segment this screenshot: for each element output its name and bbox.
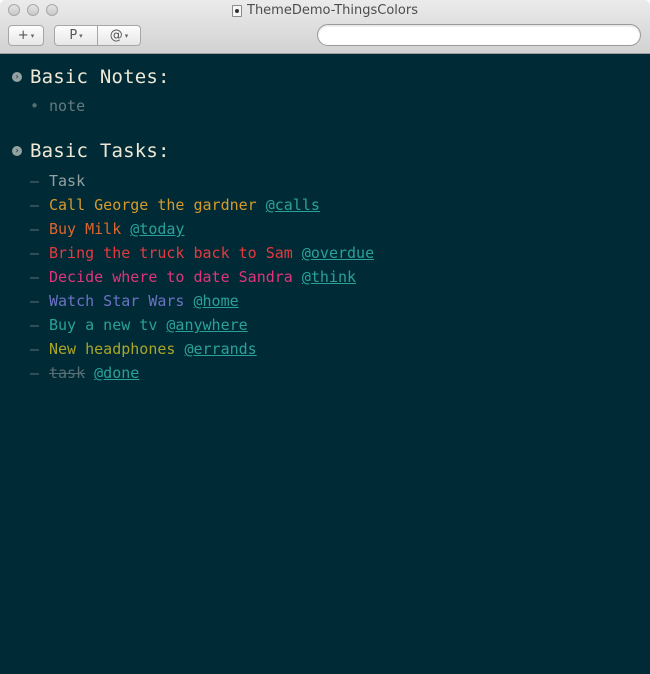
project-arrow-icon[interactable]: › [12, 72, 22, 82]
search-field[interactable] [317, 24, 641, 46]
tag-link[interactable]: @done [94, 364, 139, 382]
item-text: Buy a new tv [49, 316, 158, 334]
task-dash-icon: – [30, 244, 40, 262]
tag-link[interactable]: @errands [184, 340, 256, 358]
task-dash-icon: – [30, 364, 40, 382]
task-item[interactable]: – Buy Milk @today [30, 217, 184, 241]
task-dash-icon: – [30, 292, 40, 310]
item-text: Call George the gardner [49, 196, 257, 214]
window-title: ThemeDemo-ThingsColors [0, 3, 650, 18]
task-item[interactable]: – Task [30, 169, 85, 193]
project-filter-button[interactable]: P ▾ [54, 25, 98, 46]
tag-link[interactable]: @calls [266, 196, 320, 214]
tag-link[interactable]: @today [130, 220, 184, 238]
note-bullet-icon: • [30, 97, 40, 115]
task-item[interactable]: – Decide where to date Sandra @think [30, 265, 356, 289]
chevron-down-icon: ▾ [124, 31, 129, 40]
item-text: Bring the truck back to Sam [49, 244, 293, 262]
task-dash-icon: – [30, 340, 40, 358]
project-filter-label: P [69, 28, 78, 43]
tag-link[interactable]: @anywhere [166, 316, 247, 334]
chevron-down-icon: ▾ [79, 31, 83, 40]
tag-filter-button[interactable]: @ ▾ [98, 25, 141, 46]
task-item[interactable]: – task @done [30, 361, 139, 385]
task-dash-icon: – [30, 172, 40, 190]
task-item[interactable]: – Bring the truck back to Sam @overdue [30, 241, 374, 265]
task-dash-icon: – [30, 196, 40, 214]
project-title: Basic Tasks: [30, 140, 170, 162]
task-item[interactable]: – Buy a new tv @anywhere [30, 313, 248, 337]
item-text: task [49, 364, 86, 382]
item-text: Buy Milk [49, 220, 122, 238]
tag-filter-label: @ [109, 28, 123, 43]
tag-link[interactable]: @overdue [302, 244, 374, 262]
task-item[interactable]: – Watch Star Wars @home [30, 289, 239, 313]
tag-link[interactable]: @home [194, 292, 239, 310]
chevron-down-icon: ▾ [30, 31, 35, 40]
project-heading[interactable]: › Basic Notes: [12, 66, 170, 88]
document-icon [232, 4, 242, 17]
add-label: + [17, 28, 29, 43]
project-heading[interactable]: › Basic Tasks: [12, 140, 170, 162]
add-item-button[interactable]: + ▾ [8, 25, 44, 46]
window-title-text: ThemeDemo-ThingsColors [247, 3, 418, 18]
search-input[interactable] [328, 26, 632, 46]
tag-link[interactable]: @think [302, 268, 356, 286]
item-text: note [49, 97, 86, 115]
item-text: Watch Star Wars [49, 292, 185, 310]
project-title: Basic Notes: [30, 66, 170, 88]
task-dash-icon: – [30, 268, 40, 286]
filter-segmented-control: P ▾ @ ▾ [54, 25, 141, 46]
task-item[interactable]: – New headphones @errands [30, 337, 257, 361]
document-editor[interactable]: › Basic Notes: • note › Basic Tasks: – Task – Cal… [0, 54, 650, 674]
task-item[interactable]: – Call George the gardner @calls [30, 193, 320, 217]
item-text: Decide where to date Sandra [49, 268, 293, 286]
task-dash-icon: – [30, 220, 40, 238]
title-bar: ThemeDemo-ThingsColors + ▾ P ▾ @ ▾ [0, 0, 650, 54]
task-dash-icon: – [30, 316, 40, 334]
project-arrow-icon[interactable]: › [12, 146, 22, 156]
app-window: ThemeDemo-ThingsColors + ▾ P ▾ @ ▾ › Basi… [0, 0, 650, 674]
item-text: Task [49, 172, 86, 190]
note-item[interactable]: • note [30, 94, 85, 118]
item-text: New headphones [49, 340, 176, 358]
